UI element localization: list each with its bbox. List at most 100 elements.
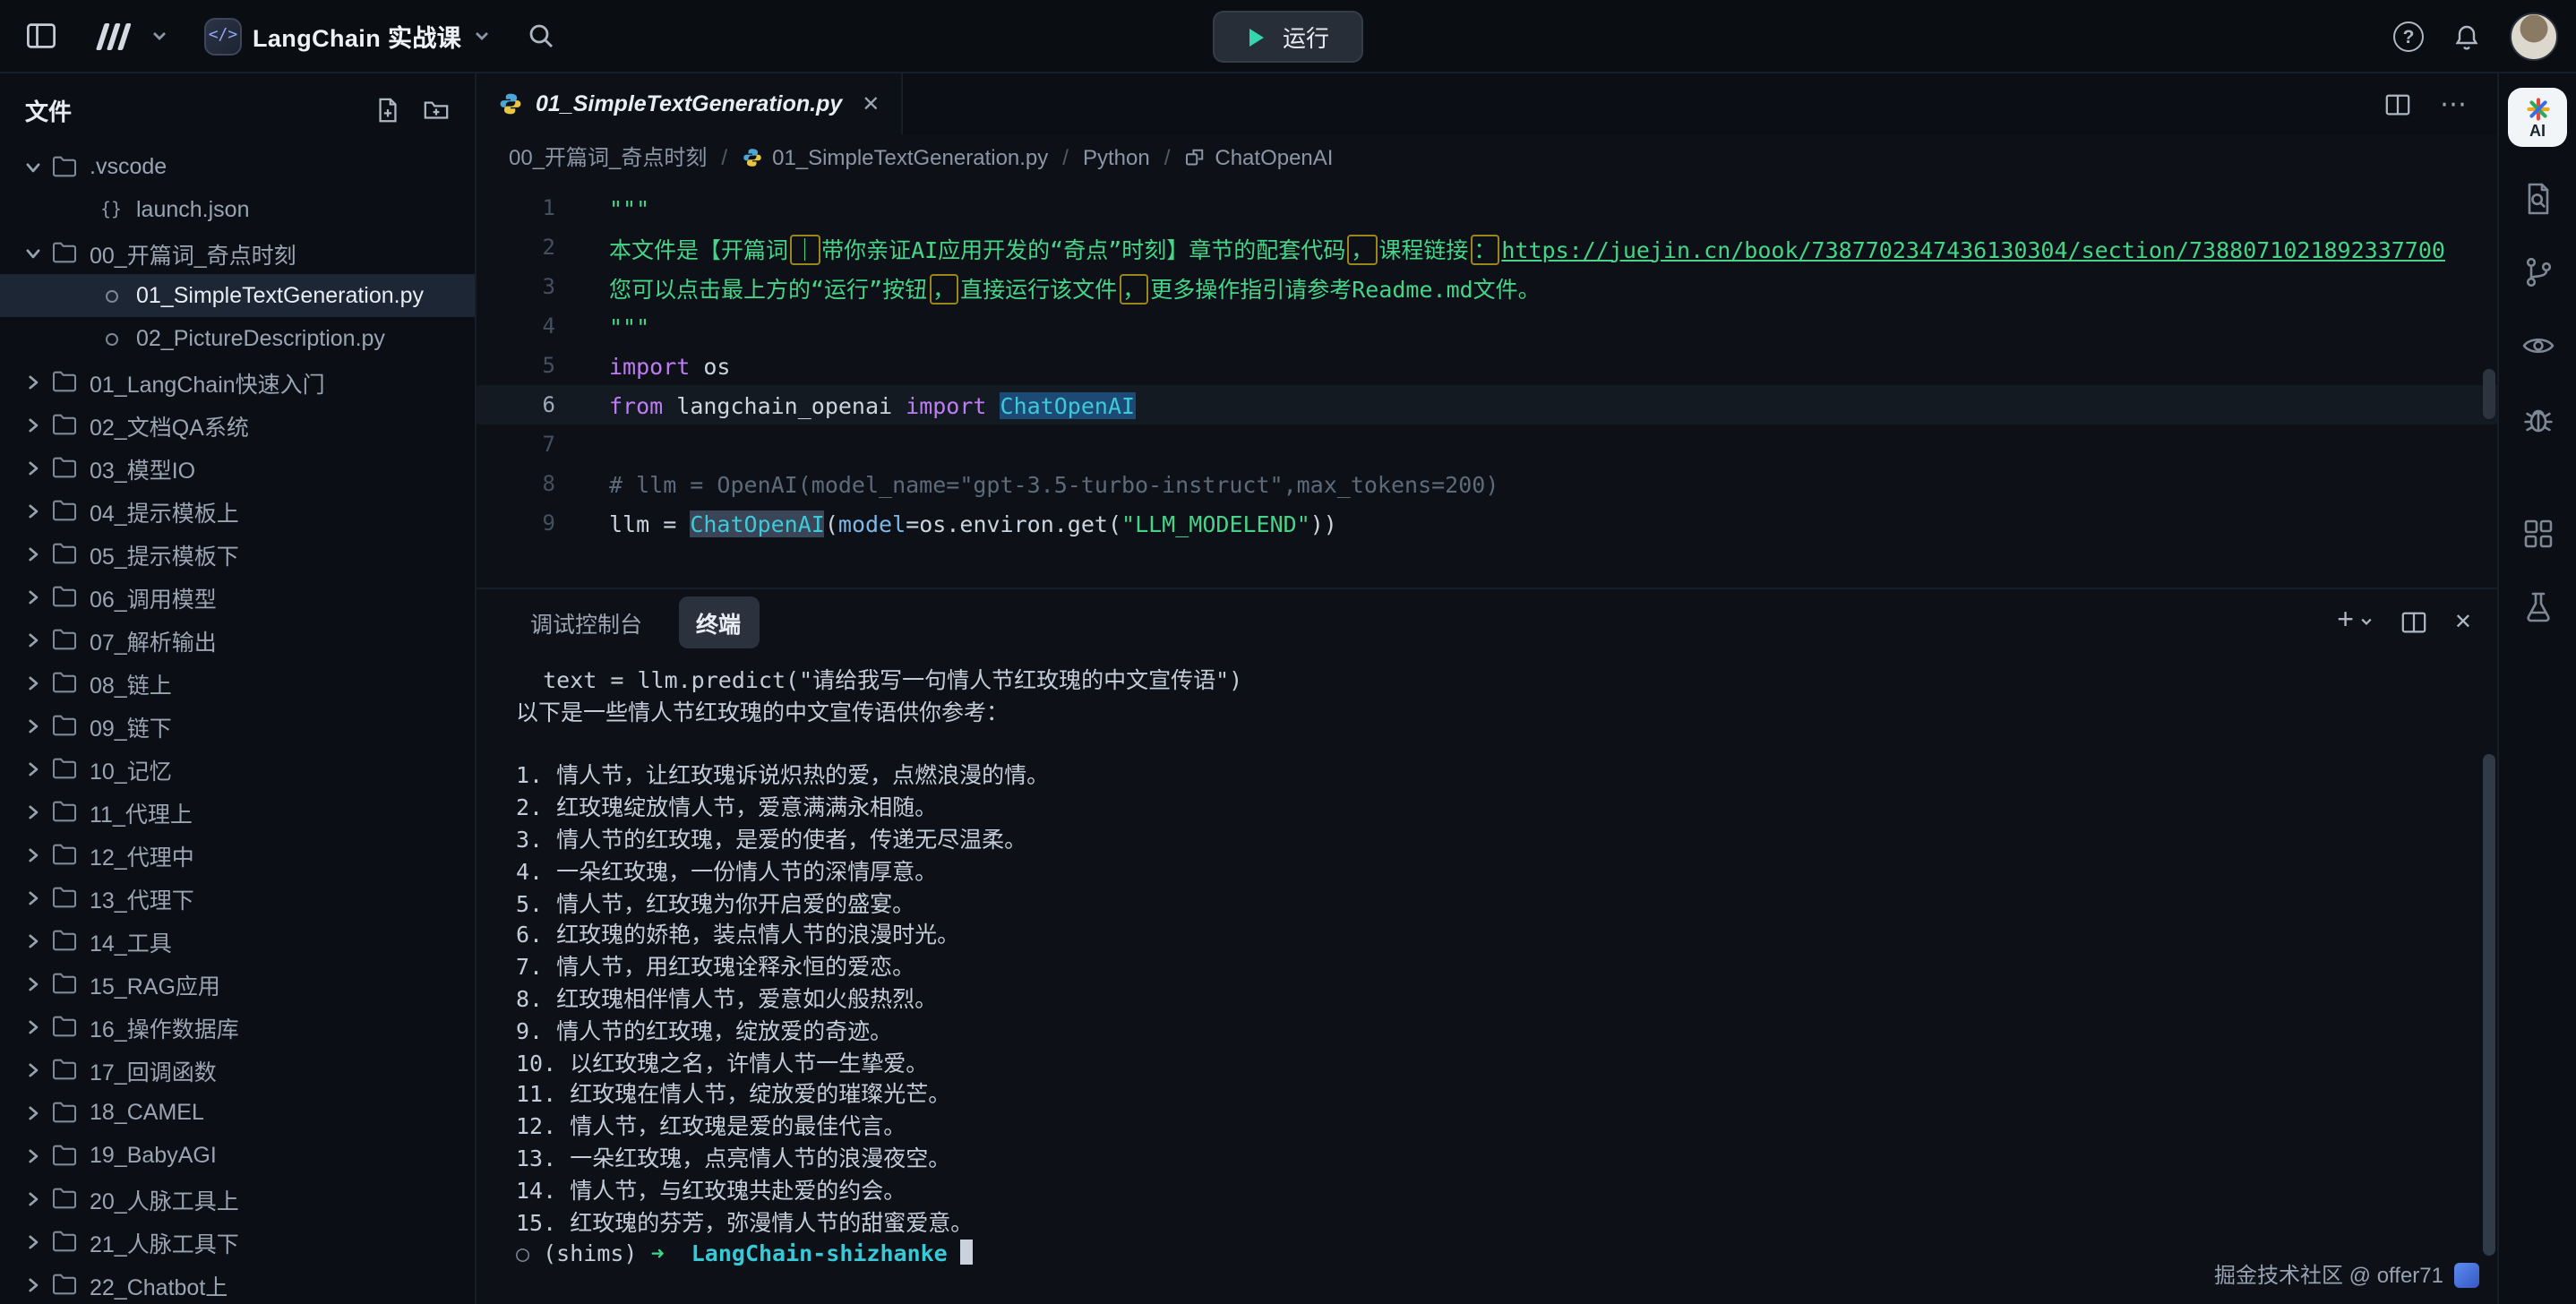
chevron-right-icon bbox=[21, 846, 43, 862]
tree-item-folder[interactable]: 02_文档QA系统 bbox=[0, 403, 475, 446]
run-button[interactable]: 运行 bbox=[1213, 11, 1363, 63]
breadcrumb-item[interactable]: ChatOpenAI bbox=[1184, 144, 1333, 169]
tree-item-folder[interactable]: 03_模型IO bbox=[0, 446, 475, 489]
tree-item-folder[interactable]: 14_工具 bbox=[0, 919, 475, 962]
tree-item-label: 14_工具 bbox=[90, 923, 172, 957]
chevron-down-icon bbox=[21, 159, 43, 175]
code-line[interactable]: 9llm = ChatOpenAI(model=os.environ.get("… bbox=[477, 503, 2497, 543]
file-icon bbox=[97, 332, 125, 345]
notifications-button[interactable] bbox=[2452, 22, 2481, 51]
ai-assistant-button[interactable]: AI bbox=[2508, 88, 2567, 147]
chevron-right-icon bbox=[21, 717, 43, 734]
tree-item-label: 02_PictureDescription.py bbox=[136, 326, 385, 351]
project-switcher[interactable]: </> LangChain 实战课 bbox=[204, 17, 490, 55]
chevron-right-icon bbox=[21, 1233, 43, 1249]
tree-item-file[interactable]: 01_SimpleTextGeneration.py bbox=[0, 274, 475, 317]
tree-item-folder[interactable]: 12_代理中 bbox=[0, 833, 475, 876]
tree-item-folder[interactable]: 09_链下 bbox=[0, 704, 475, 747]
code-line[interactable]: 3您可以点击最上方的“运行”按钮，直接运行该文件，更多操作指引请参考Readme… bbox=[477, 267, 2497, 306]
code-text: """ bbox=[609, 313, 649, 339]
watermark-icon bbox=[2454, 1262, 2479, 1287]
tree-item-folder[interactable]: 17_回调函数 bbox=[0, 1048, 475, 1091]
tree-item-label: 15_RAG应用 bbox=[90, 966, 220, 1000]
prompt-path: LangChain-shizhanke bbox=[691, 1240, 948, 1267]
beaker-icon[interactable] bbox=[2516, 586, 2559, 629]
folder-icon bbox=[50, 715, 79, 736]
tree-item-folder[interactable]: 18_CAMEL bbox=[0, 1091, 475, 1134]
tree-item-folder[interactable]: 20_人脉工具上 bbox=[0, 1177, 475, 1220]
split-editor-button[interactable] bbox=[2384, 90, 2411, 117]
eye-icon[interactable] bbox=[2516, 324, 2559, 367]
tree-item-folder[interactable]: 01_LangChain快速入门 bbox=[0, 360, 475, 403]
search-icon bbox=[526, 21, 554, 50]
tree-item-folder[interactable]: 08_链上 bbox=[0, 661, 475, 704]
code-line[interactable]: 1""" bbox=[477, 188, 2497, 227]
more-actions-button[interactable]: ⋯ bbox=[2440, 88, 2469, 120]
tree-item-label: 02_文档QA系统 bbox=[90, 408, 249, 442]
tree-item-label: 21_人脉工具下 bbox=[90, 1224, 239, 1258]
new-folder-button[interactable] bbox=[423, 96, 450, 123]
ai-sparkle-icon bbox=[2525, 96, 2550, 121]
code-line[interactable]: 6from langchain_openai import ChatOpenAI bbox=[477, 385, 2497, 425]
close-panel-button[interactable]: ✕ bbox=[2454, 609, 2472, 634]
tab-filename: 01_SimpleTextGeneration.py bbox=[536, 91, 842, 116]
tree-item-folder[interactable]: .vscode bbox=[0, 145, 475, 188]
tree-item-label: 00_开篇词_奇点时刻 bbox=[90, 236, 296, 270]
terminal-prompt[interactable]: ○ (shims) ➜ LangChain-shizhanke bbox=[516, 1239, 2497, 1271]
tree-item-folder[interactable]: 13_代理下 bbox=[0, 876, 475, 919]
chevron-down-icon bbox=[21, 244, 43, 261]
bug-icon[interactable] bbox=[2516, 398, 2559, 441]
tree-item-folder[interactable]: 06_调用模型 bbox=[0, 575, 475, 618]
panel-tab[interactable]: 调试控制台 bbox=[512, 596, 660, 648]
chevron-right-icon bbox=[21, 416, 43, 433]
code-lines: 1"""2本文件是【开篇词｜带你亲证AI应用开发的“奇点”时刻】章节的配套代码，… bbox=[477, 188, 2497, 543]
tab-close-button[interactable]: ✕ bbox=[862, 91, 880, 116]
code-line[interactable]: 5import os bbox=[477, 346, 2497, 385]
code-line[interactable]: 7 bbox=[477, 425, 2497, 464]
editor-tab[interactable]: 01_SimpleTextGeneration.py ✕ bbox=[477, 73, 903, 134]
tree-item-folder[interactable]: 21_人脉工具下 bbox=[0, 1220, 475, 1263]
tree-item-folder[interactable]: 04_提示模板上 bbox=[0, 489, 475, 532]
code-line[interactable]: 4""" bbox=[477, 306, 2497, 346]
editor-tabbar: 01_SimpleTextGeneration.py ✕ ⋯ bbox=[477, 73, 2497, 134]
tree-item-folder[interactable]: 10_记忆 bbox=[0, 747, 475, 790]
extensions-icon[interactable] bbox=[2516, 512, 2559, 555]
tree-item-label: 04_提示模板上 bbox=[90, 493, 239, 528]
sidebar-toggle-button[interactable] bbox=[25, 20, 57, 52]
split-panel-button[interactable] bbox=[2400, 608, 2427, 635]
new-file-button[interactable] bbox=[374, 96, 401, 123]
editor-scrollbar[interactable] bbox=[2483, 369, 2495, 419]
panel-tab[interactable]: 终端 bbox=[678, 596, 759, 648]
breadcrumb-item[interactable]: 01_SimpleTextGeneration.py bbox=[742, 144, 1048, 169]
help-icon: ? bbox=[2393, 21, 2424, 52]
code-line[interactable]: 8# llm = OpenAI(model_name="gpt-3.5-turb… bbox=[477, 464, 2497, 503]
code-area[interactable]: 1"""2本文件是【开篇词｜带你亲证AI应用开发的“奇点”时刻】章节的配套代码，… bbox=[477, 179, 2497, 588]
tree-item-file[interactable]: {}launch.json bbox=[0, 188, 475, 231]
terminal-line: 以下是一些情人节红玫瑰的中文宣传语供你参考： bbox=[516, 697, 2497, 729]
breadcrumb-item[interactable]: 00_开篇词_奇点时刻 bbox=[509, 142, 707, 172]
tree-item-folder[interactable]: 07_解析输出 bbox=[0, 618, 475, 661]
tree-item-file[interactable]: 02_PictureDescription.py bbox=[0, 317, 475, 360]
bottom-panel: 调试控制台终端 + ✕ text = llm.predict("请给我写一句情人… bbox=[477, 588, 2497, 1304]
git-branch-icon[interactable] bbox=[2516, 251, 2559, 294]
help-button[interactable]: ? bbox=[2393, 21, 2424, 52]
tree-item-folder[interactable]: 22_Chatbot上 bbox=[0, 1263, 475, 1304]
tree-item-label: launch.json bbox=[136, 197, 250, 222]
terminal[interactable]: text = llm.predict("请给我写一句情人节红玫瑰的中文宣传语")… bbox=[477, 654, 2497, 1270]
terminal-scrollbar[interactable] bbox=[2483, 754, 2495, 1256]
folder-icon bbox=[50, 543, 79, 564]
app-logo-button[interactable] bbox=[93, 19, 168, 53]
breadcrumb-item[interactable]: Python bbox=[1083, 144, 1150, 169]
new-terminal-button[interactable]: + bbox=[2337, 607, 2374, 636]
tree-item-folder[interactable]: 11_代理上 bbox=[0, 790, 475, 833]
tree-item-folder[interactable]: 19_BabyAGI bbox=[0, 1134, 475, 1177]
code-line[interactable]: 2本文件是【开篇词｜带你亲证AI应用开发的“奇点”时刻】章节的配套代码，课程链接… bbox=[477, 227, 2497, 267]
tree-item-folder[interactable]: 05_提示模板下 bbox=[0, 532, 475, 575]
tree-item-folder[interactable]: 16_操作数据库 bbox=[0, 1005, 475, 1048]
search-button[interactable] bbox=[526, 21, 554, 50]
user-avatar[interactable] bbox=[2510, 13, 2558, 61]
tree-item-folder[interactable]: 15_RAG应用 bbox=[0, 962, 475, 1005]
file-search-icon[interactable] bbox=[2516, 177, 2559, 220]
tree-item-folder[interactable]: 00_开篇词_奇点时刻 bbox=[0, 231, 475, 274]
topbar-left: </> LangChain 实战课 bbox=[0, 17, 554, 55]
